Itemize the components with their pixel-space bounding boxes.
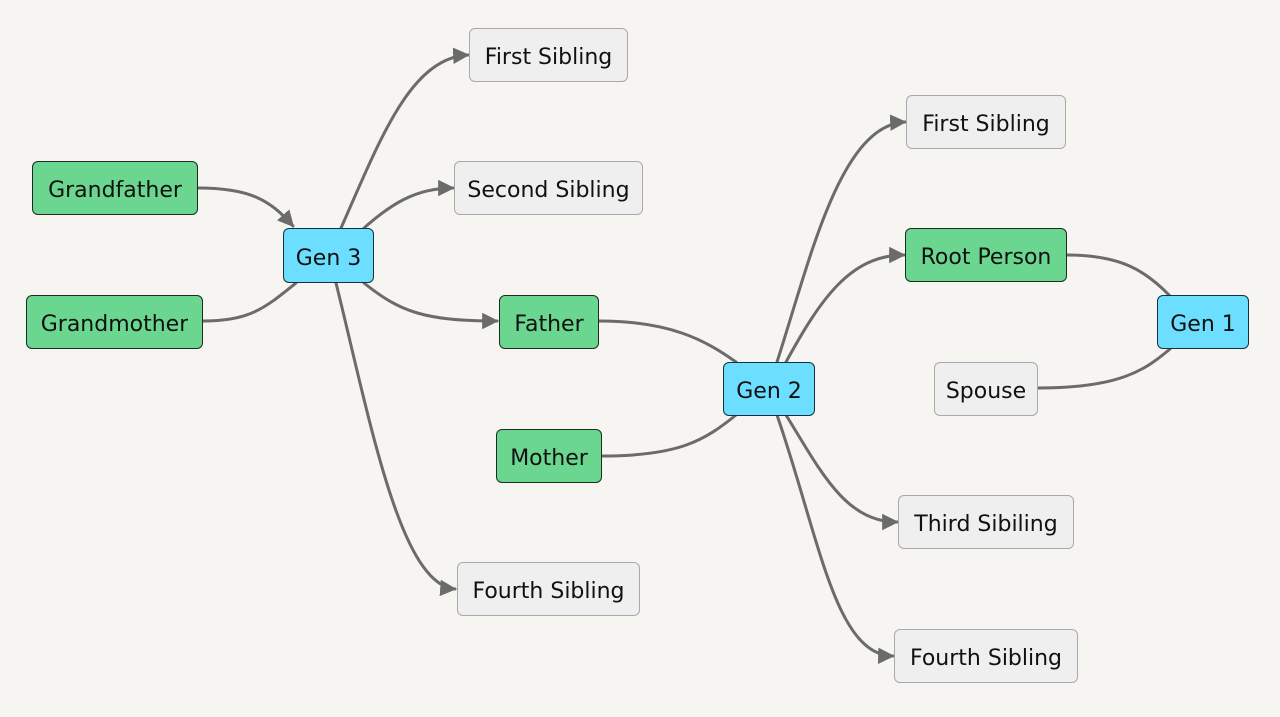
node-spouse[interactable]: Spouse xyxy=(934,362,1038,416)
node-gen2-third-sibling[interactable]: Third Sibiling xyxy=(898,495,1074,549)
edge-gen3-first-sibling xyxy=(339,47,470,230)
node-gen3-second-sibling[interactable]: Second Sibling xyxy=(454,161,643,215)
edge-gen2-third-sibling xyxy=(784,413,899,531)
node-father[interactable]: Father xyxy=(499,295,599,349)
edge-grandfather-gen3 xyxy=(196,186,295,228)
edge-gen2-fourth-sibling xyxy=(775,413,895,664)
node-mother[interactable]: Mother xyxy=(496,429,602,483)
node-gen2-first-sibling[interactable]: First Sibling xyxy=(906,95,1066,149)
edge-spouse-gen1 xyxy=(1036,347,1172,390)
edge-gen3-second-sibling xyxy=(362,179,455,230)
node-gen-3[interactable]: Gen 3 xyxy=(283,228,374,283)
node-root-person[interactable]: Root Person xyxy=(905,228,1067,282)
node-gen2-fourth-sibling[interactable]: Fourth Sibling xyxy=(894,629,1078,683)
node-gen3-fourth-sibling[interactable]: Fourth Sibling xyxy=(457,562,640,616)
node-gen3-first-sibling[interactable]: First Sibling xyxy=(469,28,628,82)
node-grandfather[interactable]: Grandfather xyxy=(32,161,198,215)
node-gen-1[interactable]: Gen 1 xyxy=(1157,295,1249,349)
node-grandmother[interactable]: Grandmother xyxy=(26,295,203,349)
node-gen-2[interactable]: Gen 2 xyxy=(723,362,815,416)
edge-mother-gen2 xyxy=(600,413,738,458)
edge-grandmother-gen3 xyxy=(201,281,298,323)
edge-father-gen2 xyxy=(597,319,738,364)
edge-gen3-fourth-sibling xyxy=(334,281,457,597)
edges-layer xyxy=(196,47,1172,664)
edge-gen3-father xyxy=(362,281,499,330)
edge-root-person-gen1 xyxy=(1065,253,1172,298)
edge-gen2-first-sibling xyxy=(775,114,907,364)
